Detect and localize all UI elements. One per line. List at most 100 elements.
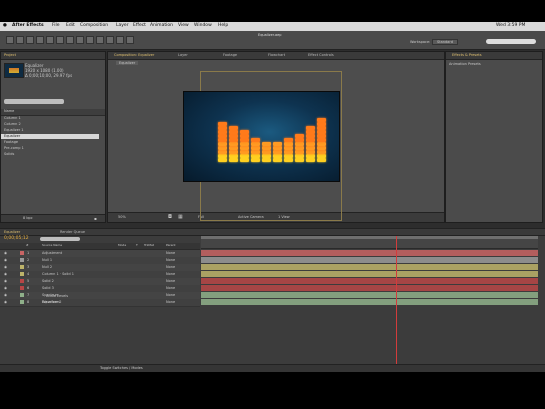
- timeline-layer-row[interactable]: ◉ 8 Equalizer 2 None: [0, 299, 200, 307]
- project-item-column-2[interactable]: Column 2: [4, 122, 21, 126]
- project-item-footage[interactable]: Footage: [4, 140, 18, 144]
- apple-icon[interactable]: ●: [3, 23, 7, 28]
- snapshot-icon[interactable]: ◘: [168, 214, 172, 220]
- composition-canvas[interactable]: [183, 91, 340, 182]
- label-color-swatch[interactable]: [20, 293, 24, 297]
- tab-footage[interactable]: Footage: [223, 53, 237, 57]
- pen-tool-icon[interactable]: [76, 36, 84, 44]
- current-time-indicator[interactable]: [396, 236, 397, 366]
- visibility-eye-icon[interactable]: ◉: [4, 279, 7, 283]
- visibility-eye-icon[interactable]: ◉: [4, 265, 7, 269]
- menu-layer[interactable]: Layer: [116, 23, 129, 28]
- layer-duration-bar[interactable]: [201, 250, 538, 256]
- tab-timeline-equalizer[interactable]: Equalizer: [4, 230, 20, 234]
- visibility-eye-icon[interactable]: ◉: [4, 300, 7, 304]
- zoom-select[interactable]: 50%: [118, 215, 126, 219]
- menu-app-name[interactable]: After Effects: [12, 23, 44, 28]
- sub-item-waveform[interactable]: Waveform: [42, 300, 60, 304]
- layer-parent-select[interactable]: None: [166, 286, 175, 290]
- project-item-equalizer[interactable]: Equalizer: [4, 134, 20, 138]
- project-item-precomp[interactable]: Pre-comp 1: [4, 146, 24, 150]
- toggle-switches-button[interactable]: Toggle Switches / Modes: [100, 366, 143, 370]
- menu-window[interactable]: Window: [194, 23, 212, 28]
- project-item-solids[interactable]: Solids: [4, 152, 14, 156]
- label-color-swatch[interactable]: [20, 300, 24, 304]
- timecode-display[interactable]: 0;00;05;12: [4, 236, 29, 241]
- project-bpc[interactable]: 8 bpc: [23, 216, 33, 220]
- tab-layer[interactable]: Layer: [178, 53, 188, 57]
- menu-help[interactable]: Help: [218, 23, 228, 28]
- layer-name[interactable]: Null 2: [42, 265, 52, 269]
- pan-behind-tool-icon[interactable]: [56, 36, 64, 44]
- search-help-field[interactable]: [486, 39, 536, 44]
- project-column-name[interactable]: Name: [4, 109, 14, 113]
- visibility-eye-icon[interactable]: ◉: [4, 258, 7, 262]
- rotate-tool-icon[interactable]: [36, 36, 44, 44]
- layer-parent-select[interactable]: None: [166, 258, 175, 262]
- layer-parent-select[interactable]: None: [166, 265, 175, 269]
- effects-search[interactable]: Animation Presets: [449, 62, 481, 66]
- layer-duration-bar[interactable]: [201, 264, 538, 270]
- workspace-label: Workspace:: [410, 40, 431, 44]
- visibility-eye-icon[interactable]: ◉: [4, 251, 7, 255]
- menu-view[interactable]: View: [178, 23, 189, 28]
- workspace-select[interactable]: Standard: [432, 39, 458, 45]
- layer-name[interactable]: Solid 3: [42, 286, 54, 290]
- label-color-swatch[interactable]: [20, 279, 24, 283]
- menu-bar: ● After Effects File Edit Composition La…: [0, 22, 545, 31]
- puppet-tool-icon[interactable]: [126, 36, 134, 44]
- sub-item-audio-levels[interactable]: Audio Levels: [46, 294, 68, 298]
- layer-duration-bar[interactable]: [201, 257, 538, 263]
- visibility-eye-icon[interactable]: ◉: [4, 293, 7, 297]
- visibility-eye-icon[interactable]: ◉: [4, 286, 7, 290]
- tab-render-queue[interactable]: Render Queue: [60, 230, 85, 234]
- timeline-search-input[interactable]: [40, 237, 80, 241]
- layer-parent-select[interactable]: None: [166, 272, 175, 276]
- layer-duration-bar[interactable]: [201, 285, 538, 291]
- project-item-equalizer-1[interactable]: Equalizer 1: [4, 128, 24, 132]
- hand-tool-icon[interactable]: [16, 36, 24, 44]
- menu-file[interactable]: File: [52, 23, 60, 28]
- tab-composition[interactable]: Composition: Equalizer: [114, 53, 154, 57]
- label-color-swatch[interactable]: [20, 272, 24, 276]
- layer-parent-select[interactable]: None: [166, 300, 175, 304]
- label-color-swatch[interactable]: [20, 286, 24, 290]
- work-area-bar[interactable]: [201, 236, 538, 239]
- tab-effects-presets[interactable]: Effects & Presets: [452, 53, 482, 57]
- zoom-tool-icon[interactable]: [26, 36, 34, 44]
- tab-project[interactable]: Project: [4, 53, 16, 57]
- menu-edit[interactable]: Edit: [66, 23, 75, 28]
- camera-tool-icon[interactable]: [46, 36, 54, 44]
- layer-name[interactable]: Null 1: [42, 258, 52, 262]
- layer-parent-select[interactable]: None: [166, 251, 175, 255]
- menu-effect[interactable]: Effect: [133, 23, 146, 28]
- layer-duration-bar[interactable]: [201, 299, 538, 305]
- viewer-breadcrumb[interactable]: Equalizer: [116, 61, 139, 65]
- grid-icon[interactable]: ▦: [178, 214, 183, 220]
- visibility-eye-icon[interactable]: ◉: [4, 272, 7, 276]
- trash-icon[interactable]: ▪: [94, 216, 97, 221]
- label-color-swatch[interactable]: [20, 265, 24, 269]
- layer-parent-select[interactable]: None: [166, 293, 175, 297]
- layer-name[interactable]: Column 1 · Solid 1: [42, 272, 74, 276]
- label-color-swatch[interactable]: [20, 251, 24, 255]
- layer-duration-bar[interactable]: [201, 271, 538, 277]
- project-search-input[interactable]: [4, 99, 64, 104]
- menu-composition[interactable]: Composition: [80, 23, 108, 28]
- project-item-column-1[interactable]: Column 1: [4, 116, 21, 120]
- mask-tool-icon[interactable]: [66, 36, 74, 44]
- tab-effect-controls[interactable]: Effect Controls: [308, 53, 334, 57]
- clone-tool-icon[interactable]: [106, 36, 114, 44]
- layer-duration-bar[interactable]: [201, 278, 538, 284]
- layer-parent-select[interactable]: None: [166, 279, 175, 283]
- brush-tool-icon[interactable]: [96, 36, 104, 44]
- label-color-swatch[interactable]: [20, 258, 24, 262]
- tab-flowchart[interactable]: Flowchart: [268, 53, 285, 57]
- layer-duration-bar[interactable]: [201, 292, 538, 298]
- layer-name[interactable]: Adjustment: [42, 251, 62, 255]
- type-tool-icon[interactable]: [86, 36, 94, 44]
- menu-animation[interactable]: Animation: [150, 23, 173, 28]
- layer-name[interactable]: Solid 2: [42, 279, 54, 283]
- eraser-tool-icon[interactable]: [116, 36, 124, 44]
- selection-tool-icon[interactable]: [6, 36, 14, 44]
